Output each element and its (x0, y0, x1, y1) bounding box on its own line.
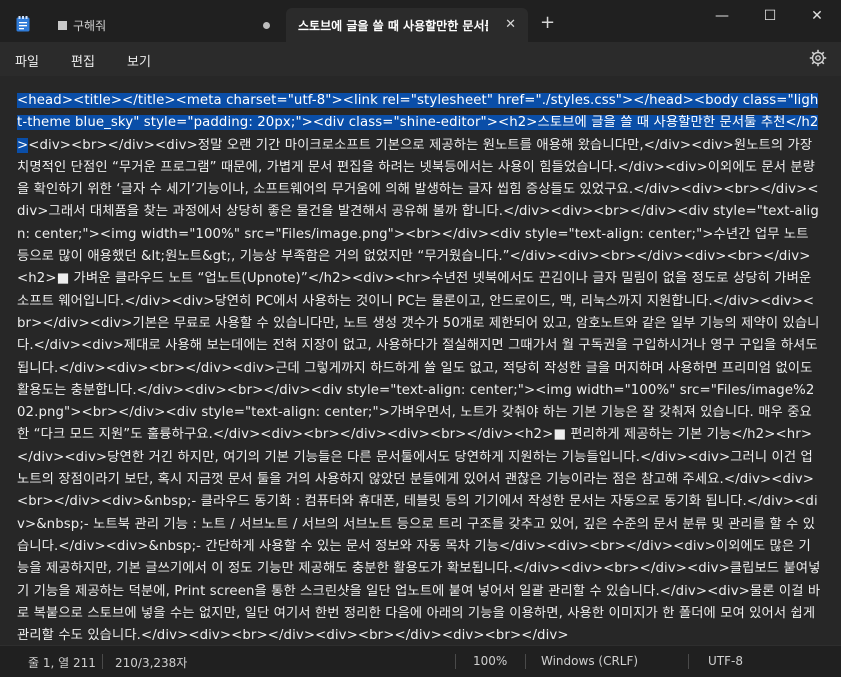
tab-close-icon[interactable]: ✕ (505, 17, 516, 32)
encoding: UTF-8 (708, 654, 743, 668)
status-bar: 줄 1, 열 211 210/3,238자 100% Windows (CRLF… (0, 645, 841, 677)
minimize-button[interactable]: — (702, 6, 742, 26)
new-tab-button[interactable]: + (540, 14, 555, 32)
tab-inactive[interactable]: 구해줘 (48, 8, 284, 42)
tab-active-label: 스토브에 글을 쓸 때 사용할만한 문서툴 (298, 18, 488, 33)
unselected-text: <div><br></div><div>정말 오랜 기간 마이크로소프트 기본으… (17, 137, 821, 644)
status-divider (688, 654, 689, 669)
status-divider (525, 654, 526, 669)
cursor-position: 줄 1, 열 211 (28, 656, 96, 670)
menu-file[interactable]: 파일 (15, 51, 39, 70)
status-divider (102, 654, 103, 669)
status-divider (455, 654, 456, 669)
editor-text: <head><title></title><meta charset="utf-… (17, 90, 821, 645)
notepad-app-icon (16, 16, 30, 32)
notepad-window: 구해줘 스토브에 글을 쓸 때 사용할만한 문서툴 ✕ + — ☐ ✕ 파일 편… (0, 0, 841, 677)
menu-view[interactable]: 보기 (127, 51, 151, 70)
document-icon (58, 20, 67, 30)
title-bar: 구해줘 스토브에 글을 쓸 때 사용할만한 문서툴 ✕ + — ☐ ✕ (0, 0, 841, 42)
tab-inactive-label: 구해줘 (73, 18, 107, 33)
menu-bar: 파일 편집 보기 (0, 42, 841, 76)
close-window-button[interactable]: ✕ (797, 6, 837, 26)
menu-edit[interactable]: 편집 (71, 51, 95, 70)
tab-active[interactable]: 스토브에 글을 쓸 때 사용할만한 문서툴 ✕ (286, 8, 528, 42)
character-count: 210/3,238자 (115, 656, 188, 670)
unsaved-dot-icon (263, 22, 270, 29)
text-editor-area[interactable]: <head><title></title><meta charset="utf-… (0, 76, 841, 645)
zoom-level: 100% (473, 654, 508, 668)
maximize-button[interactable]: ☐ (750, 6, 790, 26)
settings-gear-icon[interactable] (809, 49, 827, 67)
line-ending: Windows (CRLF) (541, 654, 639, 668)
